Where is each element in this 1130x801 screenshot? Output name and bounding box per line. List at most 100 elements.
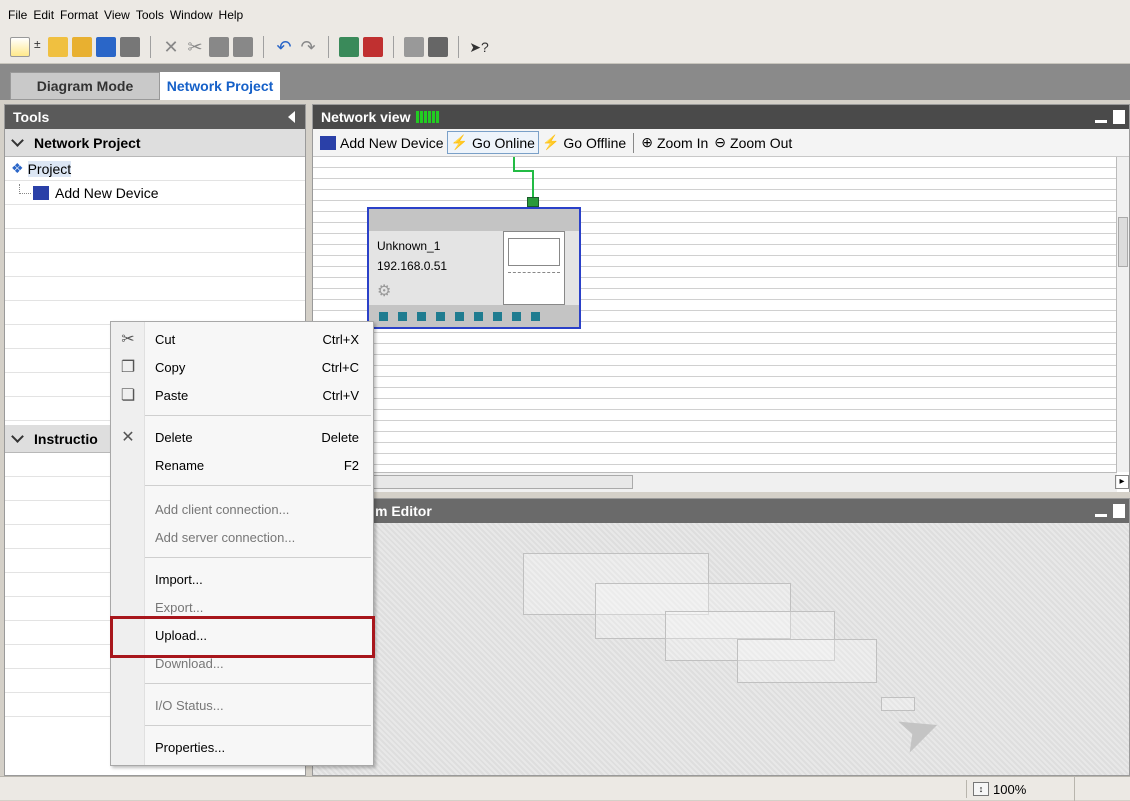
paste-icon: ❏ <box>120 387 136 404</box>
zoom-level: 100% <box>993 781 1027 797</box>
go-offline-icon: ⚡ <box>541 134 560 150</box>
scissors-icon: ✂ <box>121 331 135 348</box>
device-ip: 192.168.0.51 <box>377 259 448 273</box>
tools-title: Tools <box>13 109 50 125</box>
menu-item-paste[interactable]: ❏ Paste Ctrl+V <box>111 381 373 409</box>
copy-icon: ❐ <box>120 359 136 376</box>
network-view-header: Network view <box>313 105 1129 129</box>
menu-item-add-client-connection[interactable]: Add client connection... <box>111 495 373 523</box>
collapse-left-icon[interactable] <box>288 111 295 123</box>
minimize-icon[interactable] <box>1095 119 1107 123</box>
vertical-scrollbar[interactable] <box>1116 157 1129 472</box>
device-ports <box>369 305 579 327</box>
cut-icon[interactable]: ✂ <box>185 37 205 57</box>
maximize-icon[interactable] <box>1113 110 1125 124</box>
toolbar-divider <box>328 35 329 58</box>
instructions-section-label: Instructio <box>34 430 98 447</box>
tree-item-add-device[interactable]: Add New Device <box>5 181 305 205</box>
maximize-icon[interactable] <box>1113 504 1125 518</box>
undo-icon[interactable]: ↶ <box>274 37 294 57</box>
network-project-section[interactable]: Network Project <box>5 129 305 157</box>
zoom-in-icon: ⊕ <box>641 134 653 150</box>
tree-item-add-device-label: Add New Device <box>55 184 159 201</box>
menu-file[interactable]: File <box>8 8 27 22</box>
menu-item-rename[interactable]: Rename F2 <box>111 451 373 479</box>
go-online-icon: ⚡ <box>450 134 468 150</box>
go-offline-button[interactable]: ⚡ Go Offline <box>539 132 629 153</box>
delete-x-icon: ✕ <box>121 429 135 446</box>
tab-diagram-mode[interactable]: Diagram Mode <box>10 72 160 100</box>
menu-view[interactable]: View <box>104 8 130 22</box>
port-icon <box>436 311 445 321</box>
tab-network-project[interactable]: Network Project <box>160 72 280 100</box>
save-icon[interactable] <box>96 36 116 57</box>
context-menu: ✂ Cut Ctrl+X ❐ Copy Ctrl+C ❏ Paste Ctrl+… <box>110 321 374 766</box>
upload-device-icon[interactable] <box>339 36 359 57</box>
module-icon[interactable] <box>404 36 424 57</box>
tree-item-project[interactable]: ❖ Project <box>5 157 305 181</box>
program-editor-panel: m Editor ➤ <box>312 498 1130 776</box>
network-view-title: Network view <box>321 109 411 125</box>
go-online-button[interactable]: ⚡ Go Online <box>446 131 539 154</box>
device-unknown-1[interactable]: Unknown_1 192.168.0.51 ⚙ <box>367 207 581 329</box>
plc-module-icon <box>503 231 565 305</box>
menu-format[interactable]: Format <box>60 8 98 22</box>
program-editor-header: m Editor <box>313 499 1129 523</box>
mode-tab-bar: Diagram Mode Network Project <box>0 64 1130 100</box>
copy-icon[interactable] <box>209 36 229 57</box>
open-icon[interactable] <box>48 36 68 57</box>
network-toolbar: Add New Device ⚡ Go Online ⚡ Go Offline … <box>313 129 1129 157</box>
zoom-out-button[interactable]: ⊖ Zoom Out <box>711 132 795 153</box>
network-view-panel: Network view Add New Device ⚡ Go Online … <box>312 104 1130 494</box>
print-icon[interactable] <box>120 36 140 57</box>
zoom-indicator[interactable]: ↕ 100% <box>966 780 1026 798</box>
device-name: Unknown_1 <box>377 239 441 253</box>
add-new-device-label: Add New Device <box>340 134 444 151</box>
open-folder-icon[interactable] <box>72 36 92 57</box>
add-new-device-button[interactable]: Add New Device <box>317 133 447 153</box>
chevron-down-icon <box>11 134 24 147</box>
zoom-in-label: Zoom In <box>656 134 709 151</box>
go-online-label: Go Online <box>471 134 535 151</box>
toolbar-divider <box>263 35 264 58</box>
menu-help[interactable]: Help <box>219 8 244 22</box>
menu-item-properties[interactable]: Properties... <box>111 733 373 761</box>
minimize-icon[interactable] <box>1095 513 1107 517</box>
paste-icon[interactable] <box>233 36 253 57</box>
menu-item-import[interactable]: Import... <box>111 565 373 593</box>
connection-line <box>532 170 534 198</box>
tree-line-icon <box>19 183 31 194</box>
horizontal-scrollbar[interactable]: ▸ <box>313 472 1129 492</box>
monitor-icon[interactable] <box>428 36 448 57</box>
redo-icon[interactable]: ↷ <box>298 37 318 57</box>
scroll-thumb[interactable] <box>1118 217 1128 267</box>
network-canvas[interactable]: Unknown_1 192.168.0.51 ⚙ <box>313 157 1117 472</box>
download-device-icon[interactable] <box>363 36 383 57</box>
menu-edit[interactable]: Edit <box>33 8 54 22</box>
help-pointer-icon[interactable]: ➤? <box>469 37 489 57</box>
menu-item-cut[interactable]: ✂ Cut Ctrl+X <box>111 325 373 353</box>
menu-item-copy[interactable]: ❐ Copy Ctrl+C <box>111 353 373 381</box>
menu-tools[interactable]: Tools <box>136 8 164 22</box>
toolbar-divider <box>393 35 394 58</box>
tools-header: Tools <box>5 105 305 129</box>
go-offline-label: Go Offline <box>563 134 627 151</box>
ethernet-port-icon <box>527 197 539 207</box>
port-icon <box>417 311 426 321</box>
new-dropdown-icon[interactable]: ± <box>34 37 44 57</box>
port-icon <box>474 311 483 321</box>
menu-window[interactable]: Window <box>170 8 213 22</box>
zoom-in-button[interactable]: ⊕ Zoom In <box>638 132 711 153</box>
cursor-arrow-icon: ➤ <box>888 696 950 766</box>
port-icon <box>512 311 521 321</box>
menu-item-add-server-connection[interactable]: Add server connection... <box>111 523 373 551</box>
menu-item-delete[interactable]: ✕ Delete Delete <box>111 423 373 451</box>
menu-bar: File Edit Format View Tools Window Help <box>0 0 1130 30</box>
port-icon <box>531 311 540 321</box>
menu-item-io-status[interactable]: I/O Status... <box>111 691 373 719</box>
scroll-thumb[interactable] <box>353 475 633 489</box>
delete-icon[interactable]: ✕ <box>161 37 181 57</box>
new-icon[interactable] <box>10 36 30 57</box>
scroll-right-icon[interactable]: ▸ <box>1115 475 1129 489</box>
network-project-icon: ❖ <box>11 160 24 176</box>
